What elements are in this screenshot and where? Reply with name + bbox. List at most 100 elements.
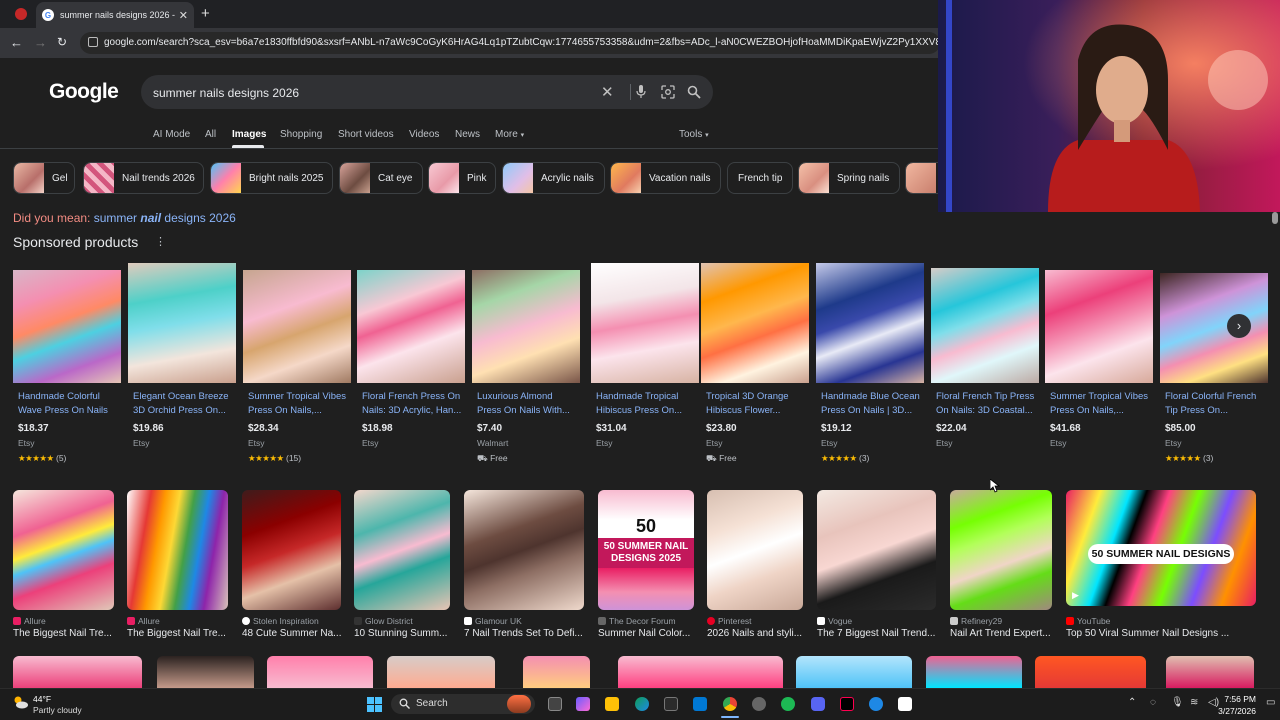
microphone-tray-icon[interactable]: 🎙: [1171, 697, 1184, 708]
product-card[interactable]: Handmade Blue Ocean Press On Nails | 3D.…: [816, 263, 924, 469]
tray-chevron-up-icon[interactable]: ⌃: [1128, 697, 1136, 708]
product-card[interactable]: Handmade Colorful Wave Press On Nails ..…: [13, 263, 121, 469]
result-source: Glow District: [354, 616, 450, 626]
tools-button[interactable]: Tools ▾: [679, 129, 709, 140]
tab-news[interactable]: News: [455, 129, 480, 140]
spotify-icon[interactable]: [781, 697, 795, 711]
chip-vacation-nails[interactable]: Vacation nails: [610, 162, 721, 194]
tab-more[interactable]: More ▾: [495, 129, 524, 140]
search-highlight-icon[interactable]: [507, 695, 531, 713]
tab-images[interactable]: Images: [232, 129, 266, 140]
image-result-partial[interactable]: [1035, 656, 1146, 688]
image-result-partial[interactable]: [523, 656, 590, 688]
file-explorer-icon[interactable]: [605, 697, 619, 711]
did-you-mean-link[interactable]: summer nail designs 2026: [94, 211, 236, 225]
carousel-next-button[interactable]: ›: [1227, 314, 1251, 338]
obs-icon[interactable]: [898, 697, 912, 711]
lens-camera-icon[interactable]: [661, 85, 675, 99]
tab-close-icon[interactable]: ✕: [179, 9, 188, 22]
chip-bright-nails-2025[interactable]: Bright nails 2025: [210, 162, 333, 194]
windows-start-icon[interactable]: [367, 697, 382, 712]
image-result-partial[interactable]: [387, 656, 495, 688]
product-card[interactable]: Luxurious Almond Press On Nails With... …: [472, 263, 580, 469]
browser-profile-icon[interactable]: [15, 8, 27, 20]
product-card[interactable]: Floral Colorful French Tip Press On... $…: [1160, 263, 1268, 469]
product-card[interactable]: Floral French Tip Press On Nails: 3D Coa…: [931, 263, 1039, 469]
result-source: The Decor Forum: [598, 616, 694, 626]
tab-shopping[interactable]: Shopping: [280, 129, 322, 140]
address-bar[interactable]: google.com/search?sca_esv=b6a7e1830ffbfd…: [80, 32, 940, 54]
chrome-icon[interactable]: [723, 697, 737, 711]
notification-icon[interactable]: ▭: [1266, 697, 1275, 708]
image-result-partial[interactable]: [618, 656, 783, 688]
github-icon[interactable]: [752, 697, 766, 711]
product-card[interactable]: Elegant Ocean Breeze 3D Orchid Press On.…: [128, 263, 236, 469]
chip-nail-trends-2026[interactable]: Nail trends 2026: [83, 162, 204, 194]
task-view-icon[interactable]: [548, 697, 562, 711]
site-info-icon[interactable]: [88, 37, 98, 47]
reload-button[interactable]: ↻: [57, 35, 67, 49]
weather-temperature[interactable]: 44°F: [33, 694, 51, 704]
more-options-icon[interactable]: ⋮: [155, 235, 166, 248]
clear-search-icon[interactable]: ✕: [601, 83, 614, 101]
image-result[interactable]: 50 SUMMER NAIL DESIGNS ▶ YouTube Top 50 …: [1066, 490, 1256, 640]
scrollbar-thumb[interactable]: [1272, 212, 1278, 224]
image-result-partial[interactable]: [926, 656, 1022, 688]
product-card[interactable]: Summer Tropical Vibes Press On Nails,...…: [243, 263, 351, 469]
image-result-partial[interactable]: [267, 656, 373, 688]
app-icon[interactable]: [869, 697, 883, 711]
product-store: Etsy: [936, 438, 953, 448]
source-label: Pinterest: [718, 616, 752, 626]
product-card[interactable]: Tropical 3D Orange Hibiscus Flower... $2…: [701, 263, 809, 469]
back-button[interactable]: ←: [10, 35, 23, 50]
chip-french-tip[interactable]: French tip: [727, 162, 793, 194]
network-icon[interactable]: ◌: [1150, 697, 1156, 708]
image-result[interactable]: Allure The Biggest Nail Tre...: [127, 490, 228, 640]
tab-videos[interactable]: Videos: [409, 129, 439, 140]
copilot-icon[interactable]: [576, 697, 590, 711]
image-result[interactable]: Glow District 10 Stunning Summ...: [354, 490, 450, 640]
chip-pink[interactable]: Pink: [428, 162, 496, 194]
product-card[interactable]: Handmade Tropical Hibiscus Press On... $…: [591, 263, 699, 469]
image-result[interactable]: Glamour UK 7 Nail Trends Set To Defi...: [464, 490, 584, 640]
tiktok-icon[interactable]: [840, 697, 854, 711]
image-result-partial[interactable]: [13, 656, 142, 688]
chip-acrylic-nails[interactable]: Acrylic nails: [502, 162, 605, 194]
google-logo[interactable]: Google: [49, 80, 119, 104]
chip-gel[interactable]: Gel: [13, 162, 75, 194]
tab-all[interactable]: All: [205, 129, 216, 140]
image-result[interactable]: Allure The Biggest Nail Tre...: [13, 490, 114, 640]
image-result[interactable]: 50 50 SUMMER NAIL DESIGNS 2025 The Decor…: [598, 490, 694, 640]
wifi-icon[interactable]: ≋: [1190, 697, 1198, 708]
product-rating: ★★★★★ (15): [248, 453, 301, 464]
image-result[interactable]: Stolen Inspiration 48 Cute Summer Na...: [242, 490, 341, 640]
discord-icon[interactable]: [811, 697, 825, 711]
product-card[interactable]: Summer Tropical Vibes Press On Nails,...…: [1045, 263, 1153, 469]
weather-condition[interactable]: Partly cloudy: [33, 705, 82, 715]
image-result[interactable]: Refinery29 Nail Art Trend Expert...: [950, 490, 1052, 640]
clock-time[interactable]: 7:56 PM: [1210, 694, 1256, 704]
search-icon[interactable]: [687, 85, 701, 99]
store-icon[interactable]: [664, 697, 678, 711]
image-result[interactable]: Pinterest 2026 Nails and styli...: [707, 490, 803, 640]
result-title: Nail Art Trend Expert...: [950, 628, 1051, 639]
image-result[interactable]: Vogue The 7 Biggest Nail Trend...: [817, 490, 936, 640]
forward-button[interactable]: →: [34, 35, 47, 50]
outlook-icon[interactable]: [693, 697, 707, 711]
browser-tab[interactable]: G summer nails designs 2026 - G ✕: [36, 2, 194, 28]
microphone-icon[interactable]: [636, 85, 646, 99]
chip-spring-nails[interactable]: Spring nails: [798, 162, 900, 194]
tab-ai-mode[interactable]: AI Mode: [153, 129, 190, 140]
clock-date[interactable]: 3/27/2026: [1210, 706, 1256, 716]
image-result-partial[interactable]: [157, 656, 254, 688]
search-input[interactable]: summer nails designs 2026: [153, 86, 299, 100]
image-result-partial[interactable]: [796, 656, 912, 688]
chip-partial[interactable]: [905, 162, 938, 194]
product-card[interactable]: Floral French Press On Nails: 3D Acrylic…: [357, 263, 465, 469]
edge-icon[interactable]: [635, 697, 649, 711]
chip-cat-eye[interactable]: Cat eye: [339, 162, 423, 194]
new-tab-button[interactable]: +: [201, 5, 210, 22]
page-scrollbar[interactable]: [1270, 212, 1280, 690]
tab-short-videos[interactable]: Short videos: [338, 129, 394, 140]
image-result-partial[interactable]: [1166, 656, 1254, 688]
